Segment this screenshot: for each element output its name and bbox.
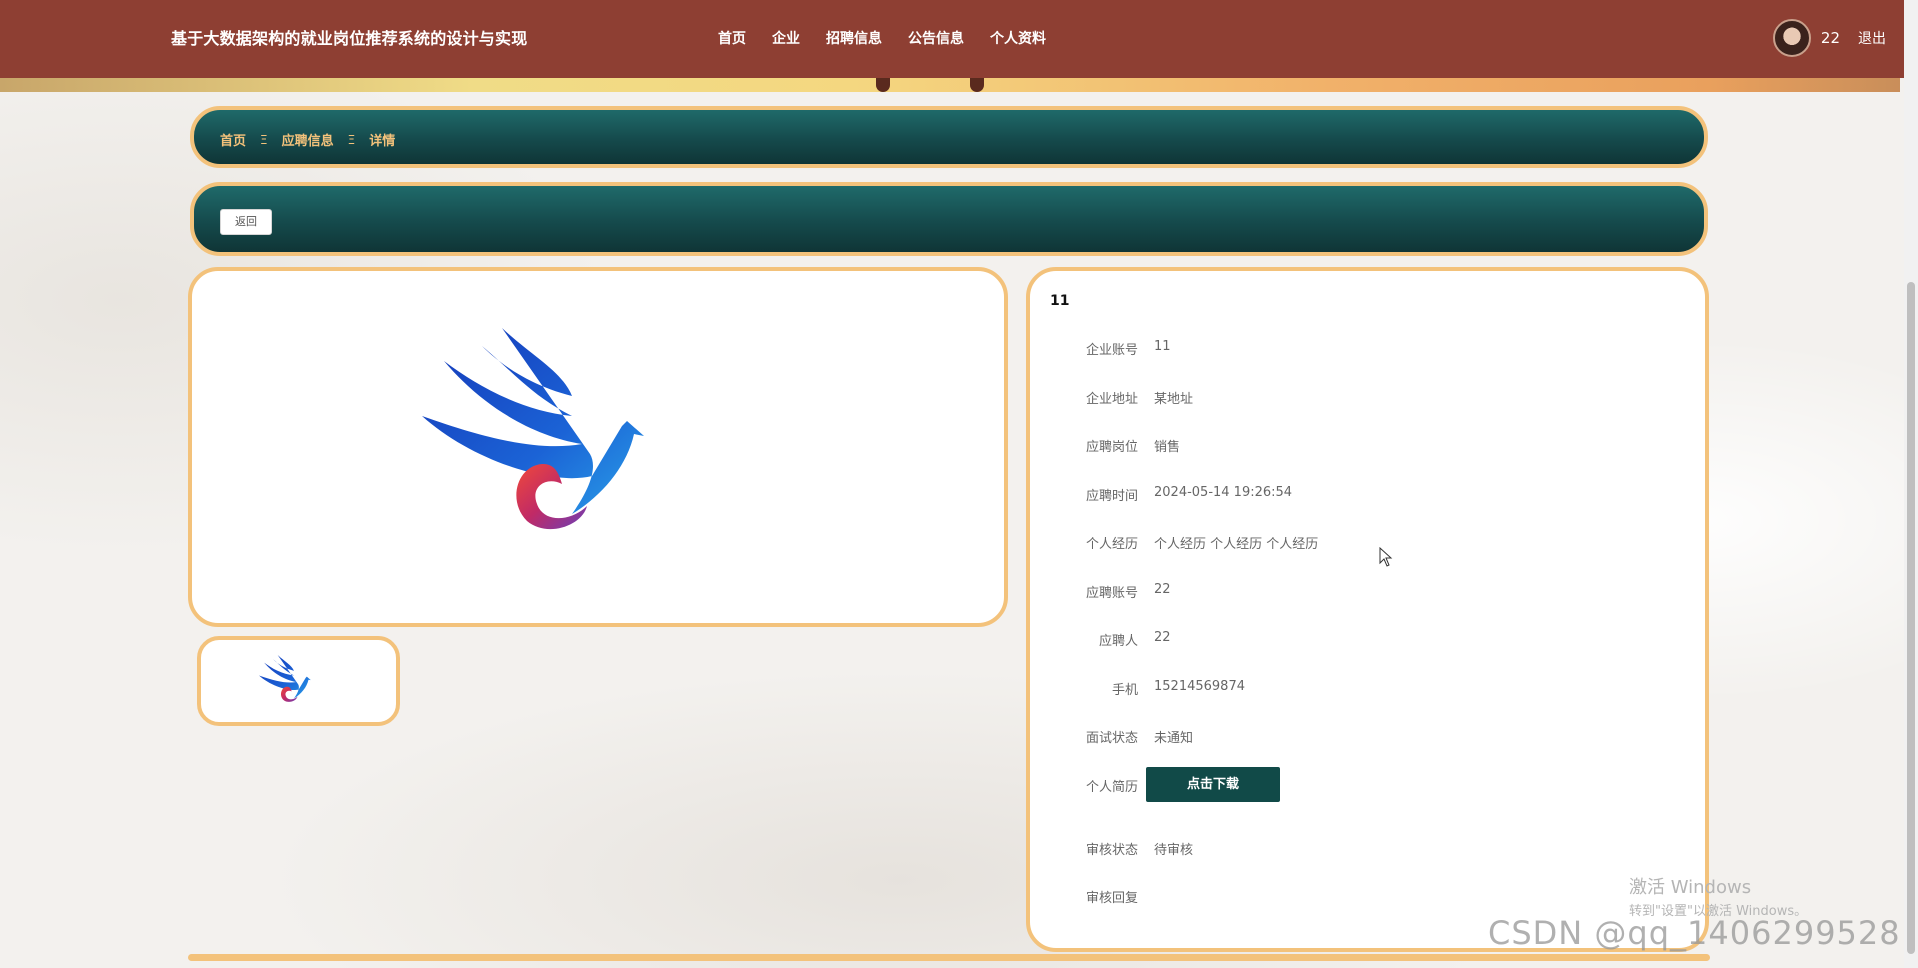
nav-item-profile[interactable]: 个人资料 [990,28,1046,48]
field-label: 审核回复 [1085,891,1138,906]
eagle-logo-icon [422,328,644,530]
banner-strip [0,78,1900,92]
vertical-scrollbar[interactable] [1904,0,1918,968]
activate-windows-title: 激活 Windows [1629,877,1752,898]
field-row: 应聘岗位 销售 [1030,432,1705,481]
action-bar: 返回 [190,182,1708,256]
field-value: 2024-05-14 19:26:54 [1154,484,1293,500]
scrollbar-thumb[interactable] [1907,282,1915,954]
breadcrumb-home[interactable]: 首页 [220,130,246,149]
thumbnail-image[interactable] [197,636,400,726]
mouse-pointer-icon [1379,547,1393,567]
field-row: 面试状态 未通知 [1030,723,1705,772]
nav-item-company[interactable]: 企业 [772,28,800,48]
detail-card: 11 企业账号 11 企业地址 某地址 应聘岗位 销售 应聘时间 2024-05… [1026,267,1709,952]
field-value: 未通知 [1154,731,1194,746]
banner-figure-decoration [876,78,890,92]
download-resume-button[interactable]: 点击下载 [1146,766,1280,802]
nav-item-notices[interactable]: 公告信息 [908,28,964,48]
field-row: 手机 15214569874 [1030,675,1705,724]
field-label: 企业账号 [1085,343,1138,358]
field-label: 个人经历 [1085,537,1138,552]
field-label: 个人简历 [1085,779,1138,795]
csdn-watermark: CSDN @qq_1406299528 [1488,914,1901,952]
breadcrumb: 首页 Ξ 应聘信息 Ξ 详情 [220,130,396,150]
field-label: 应聘账号 [1085,585,1138,601]
field-row: 个人经历 个人经历 个人经历 个人经历 [1030,529,1705,578]
field-row: 应聘人 22 [1030,626,1705,675]
logout-link[interactable]: 退出 [1858,28,1886,48]
field-value: 某地址 [1154,391,1194,407]
field-value: 待审核 [1154,842,1194,858]
field-row: 应聘账号 22 [1030,578,1705,627]
field-label: 应聘岗位 [1085,440,1138,455]
field-value: 22 [1154,630,1171,645]
field-value: 销售 [1154,440,1181,455]
breadcrumb-applications[interactable]: 应聘信息 [282,130,334,149]
field-row: 企业地址 某地址 [1030,384,1705,433]
detail-field-list: 企业账号 11 企业地址 某地址 应聘岗位 销售 应聘时间 2024-05-14… [1030,335,1705,932]
field-value: 11 [1154,339,1171,354]
field-label: 手机 [1111,682,1138,698]
field-value: 22 [1154,581,1171,597]
field-label: 企业地址 [1085,391,1138,407]
resume-row: 个人简历 点击下载 [1030,766,1705,835]
main-image-card [188,267,1008,627]
top-navbar: 基于大数据架构的就业岗位推荐系统的设计与实现 首页 企业 招聘信息 公告信息 个… [0,0,1918,78]
breadcrumb-separator: Ξ [347,132,356,147]
field-label: 审核状态 [1085,842,1138,858]
user-area: 22 退出 [1772,19,1886,57]
banner-figure-decoration [970,78,984,92]
username: 22 [1820,29,1840,47]
back-button[interactable]: 返回 [220,209,272,235]
breadcrumb-bar: 首页 Ξ 应聘信息 Ξ 详情 [190,106,1708,168]
field-label: 面试状态 [1085,731,1138,746]
field-row: 审核状态 待审核 [1030,835,1705,884]
site-title: 基于大数据架构的就业岗位推荐系统的设计与实现 [171,29,528,48]
main-nav: 首页 企业 招聘信息 公告信息 个人资料 [718,28,1072,48]
field-value: 个人经历 个人经历 个人经历 [1154,537,1319,552]
breadcrumb-current: 详情 [369,134,396,149]
breadcrumb-separator: Ξ [260,132,268,147]
avatar[interactable] [1772,19,1811,57]
field-label: 应聘时间 [1085,488,1138,504]
field-value: 15214569874 [1154,678,1245,694]
detail-title: 11 [1050,293,1070,309]
eagle-logo-thumb-icon [259,654,311,702]
field-row: 企业账号 11 [1030,335,1705,384]
field-label: 应聘人 [1098,634,1138,649]
bottom-divider [188,954,1710,961]
nav-item-home[interactable]: 首页 [718,28,746,48]
nav-item-jobs[interactable]: 招聘信息 [826,28,882,48]
field-row: 应聘时间 2024-05-14 19:26:54 [1030,481,1705,530]
